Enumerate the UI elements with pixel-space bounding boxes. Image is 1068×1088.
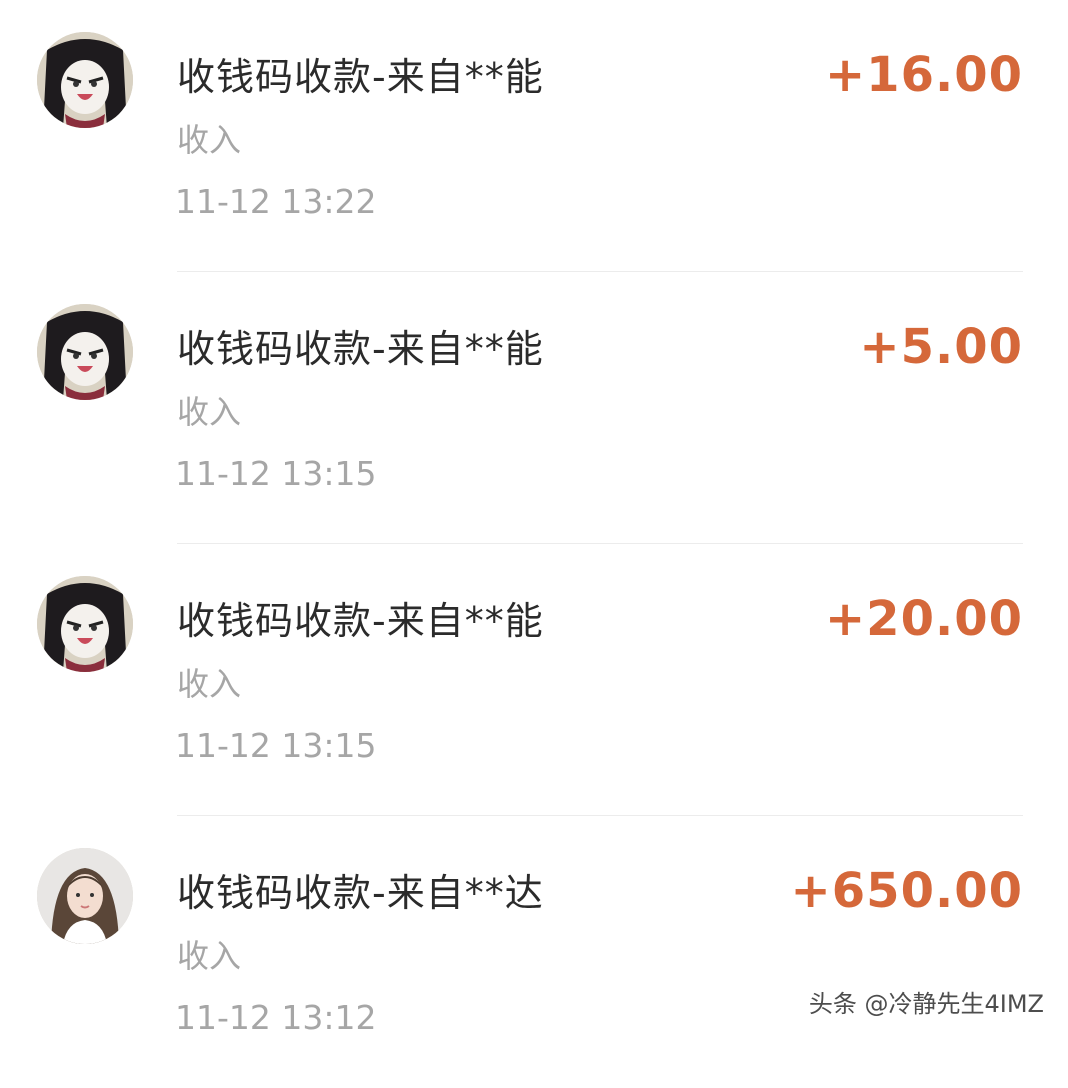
transaction-time: 11-12 13:22 — [175, 182, 377, 221]
transaction-type: 收入 — [177, 393, 242, 431]
transaction-list: 收钱码收款-来自**能 收入 11-12 13:22 +16.00 收钱码收款-… — [0, 0, 1068, 1088]
transaction-amount: +650.00 — [790, 863, 1023, 919]
watermark: 头条 @冷静先生4IMZ — [808, 990, 1044, 1018]
transaction-title: 收钱码收款-来自**能 — [177, 327, 544, 371]
transaction-type: 收入 — [177, 665, 242, 703]
transaction-type: 收入 — [177, 937, 242, 975]
transaction-type: 收入 — [177, 121, 242, 159]
transaction-row[interactable]: 收钱码收款-来自**能 收入 11-12 13:15 +5.00 — [0, 272, 1068, 544]
transaction-time: 11-12 13:15 — [175, 454, 377, 493]
cartoon-face-icon — [37, 576, 133, 672]
transaction-row[interactable]: 收钱码收款-来自**能 收入 11-12 13:22 +16.00 — [0, 0, 1068, 272]
transaction-row[interactable]: 收钱码收款-来自**能 收入 11-12 13:15 +20.00 — [0, 544, 1068, 816]
cartoon-face-icon — [37, 304, 133, 400]
cartoon-face-avatar[interactable] — [37, 304, 133, 400]
portrait-photo-icon — [37, 848, 133, 944]
cartoon-face-avatar[interactable] — [37, 576, 133, 672]
transaction-time: 11-12 13:12 — [175, 998, 377, 1037]
transaction-title: 收钱码收款-来自**能 — [177, 599, 544, 643]
transaction-title: 收钱码收款-来自**能 — [177, 55, 544, 99]
transaction-title: 收钱码收款-来自**达 — [177, 871, 544, 915]
cartoon-face-icon — [37, 32, 133, 128]
portrait-photo-avatar[interactable] — [37, 848, 133, 944]
transaction-time: 11-12 13:15 — [175, 726, 377, 765]
transaction-row[interactable]: 收钱码收款-来自**达 收入 11-12 13:12 +650.00 — [0, 816, 1068, 1088]
transaction-amount: +20.00 — [824, 591, 1023, 647]
transaction-amount: +5.00 — [859, 319, 1023, 375]
transaction-amount: +16.00 — [824, 47, 1023, 103]
cartoon-face-avatar[interactable] — [37, 32, 133, 128]
